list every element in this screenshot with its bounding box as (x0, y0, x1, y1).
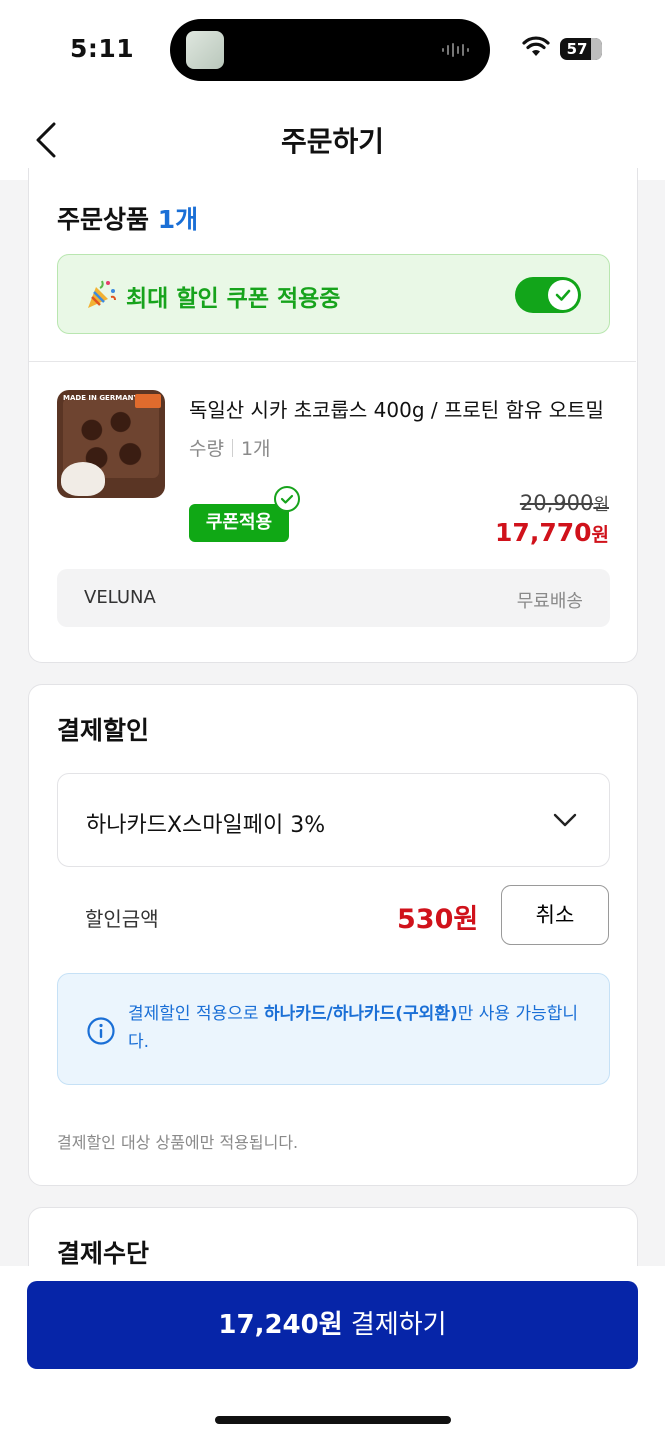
audio-wave-icon (442, 43, 469, 57)
discount-amount-label: 할인금액 (85, 907, 159, 931)
order-items-title: 주문상품 1개 (57, 200, 198, 236)
status-bar: 5:11 57 (0, 0, 665, 100)
original-price: 20,900원 (520, 490, 609, 515)
status-time: 5:11 (70, 34, 135, 63)
coupon-banner-text: 최대 할인 쿠폰 적용중 (126, 286, 341, 312)
discount-amount-value: 530원 (397, 904, 479, 935)
seller-bar: VELUNA 무료배송 (57, 569, 610, 627)
product-image-label: MADE IN GERMANY (63, 394, 139, 402)
order-items-card: 주문상품 1개 최대 할인 쿠폰 적용중 MADE IN GERMANY 독일산… (28, 168, 638, 663)
discount-select-value: 하나카드X스마일페이 3% (86, 813, 326, 838)
checkout-button[interactable]: 17,240원 결제하기 (27, 1281, 638, 1369)
product-image-tag (135, 394, 161, 408)
payment-discount-title: 결제할인 (57, 716, 150, 745)
badge-check-icon (274, 486, 300, 512)
checkout-label: 결제하기 (350, 1310, 447, 1340)
original-price-value: 20,900 (519, 491, 594, 515)
battery-indicator: 57 (560, 38, 602, 60)
product-quantity: 수량 1개 (189, 434, 271, 461)
info-notice: 결제할인 적용으로 하나카드/하나카드(구외환)만 사용 가능합니다. (57, 973, 610, 1085)
checkout-amount: 17,240원 (218, 1310, 343, 1340)
cancel-button[interactable]: 취소 (501, 885, 609, 945)
discount-footnote: 결제할인 대상 상품에만 적용됩니다. (57, 1133, 299, 1152)
product-thumbnail[interactable]: MADE IN GERMANY (57, 390, 165, 498)
coupon-applied-badge: 쿠폰적용 (189, 504, 289, 542)
info-notice-text: 결제할인 적용으로 하나카드/하나카드(구외환)만 사용 가능합니다. (128, 1000, 588, 1056)
discount-select[interactable]: 하나카드X스마일페이 3% (57, 773, 610, 867)
live-activity-thumbnail (186, 31, 224, 69)
checkout-bar: 17,240원 결제하기 (0, 1266, 665, 1440)
shipping-info: 무료배송 (516, 591, 583, 612)
info-card-names: 하나카드/하나카드(구외환) (263, 1004, 458, 1024)
party-popper-icon (88, 280, 116, 308)
check-icon (555, 289, 571, 301)
quantity-separator (231, 439, 233, 457)
sale-price-currency: 원 (591, 524, 609, 546)
home-indicator (215, 1416, 451, 1424)
wifi-icon (522, 36, 550, 56)
divider (29, 361, 636, 362)
page-title: 주문하기 (280, 125, 385, 158)
payment-method-title: 결제수단 (57, 1239, 150, 1268)
original-price-currency: 원 (593, 495, 609, 515)
sale-price: 17,770원 (495, 518, 609, 547)
quantity-label: 수량 (189, 438, 224, 460)
order-items-count: 1개 (157, 205, 199, 234)
chevron-down-icon (553, 813, 577, 827)
product-name[interactable]: 독일산 시카 초코룹스 400g / 프로틴 함유 오트밀 (189, 394, 611, 423)
payment-discount-card: 결제할인 하나카드X스마일페이 3% 할인금액 530원 취소 결제할인 적용으… (28, 684, 638, 1186)
seller-name: VELUNA (84, 587, 156, 608)
dynamic-island (170, 19, 490, 81)
sale-price-value: 17,770 (495, 518, 592, 547)
order-items-label: 주문상품 (57, 205, 150, 234)
coupon-toggle[interactable] (515, 277, 581, 313)
quantity-value: 1개 (240, 438, 271, 460)
coupon-banner: 최대 할인 쿠폰 적용중 (57, 254, 610, 334)
toggle-knob (548, 280, 578, 310)
product-image-bowl (61, 462, 105, 496)
info-prefix: 결제할인 적용으로 (128, 1004, 264, 1024)
info-icon (87, 1017, 115, 1045)
